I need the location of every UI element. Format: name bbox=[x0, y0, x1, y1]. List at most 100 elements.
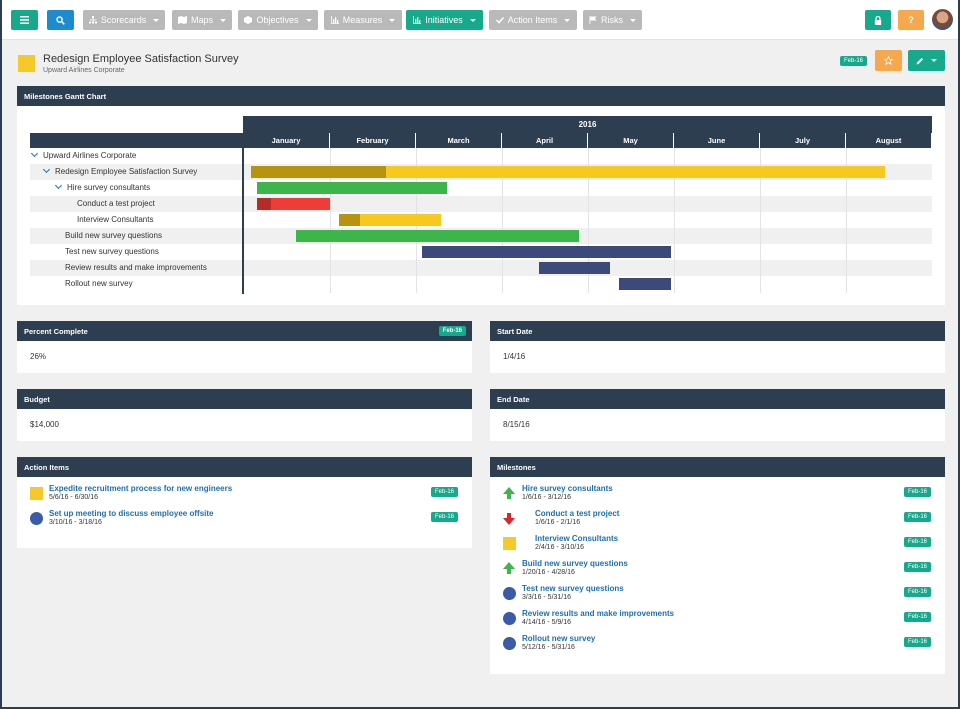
gantt-row-label-text: Upward Airlines Corporate bbox=[43, 151, 137, 160]
lock-button[interactable] bbox=[865, 10, 891, 30]
gantt-bar-progress bbox=[338, 214, 360, 226]
item-title-link[interactable]: Conduct a test project bbox=[535, 509, 619, 518]
gantt-row-label[interactable]: Rollout new survey bbox=[65, 279, 133, 288]
period-badge[interactable]: Feb-16 bbox=[438, 326, 466, 336]
gantt-row-label[interactable]: Upward Airlines Corporate bbox=[30, 149, 137, 160]
gantt-row-label[interactable]: Redesign Employee Satisfaction Survey bbox=[42, 165, 198, 176]
nav-action-items-label: Action Items bbox=[507, 15, 558, 25]
period-badge[interactable]: Feb-16 bbox=[904, 487, 932, 497]
blue-circle-icon bbox=[503, 637, 516, 650]
item-title-link[interactable]: Build new survey questions bbox=[522, 559, 628, 568]
nav-objectives[interactable]: Objectives bbox=[238, 10, 318, 30]
item-title-link[interactable]: Expedite recruitment process for new eng… bbox=[49, 484, 232, 493]
nav-initiatives[interactable]: Initiatives bbox=[406, 10, 483, 30]
yellow-square-icon bbox=[503, 537, 516, 550]
nav-scorecards[interactable]: Scorecards bbox=[83, 10, 165, 30]
percent-complete-panel: Percent Complete Feb-16 26% bbox=[17, 321, 472, 373]
budget-label: Budget bbox=[24, 394, 50, 404]
gantt-row-label-text: Redesign Employee Satisfaction Survey bbox=[55, 167, 198, 176]
nav-measures[interactable]: Measures bbox=[324, 10, 402, 30]
nav-risks[interactable]: Risks bbox=[583, 10, 642, 30]
period-badge[interactable]: Feb-16 bbox=[904, 587, 932, 597]
edit-button[interactable] bbox=[908, 50, 945, 71]
user-avatar[interactable] bbox=[932, 9, 953, 30]
star-icon bbox=[884, 56, 893, 65]
gantt-row-label[interactable]: Review results and make improvements bbox=[65, 263, 207, 272]
action-items-label: Action Items bbox=[24, 462, 70, 472]
period-badge[interactable]: Feb-16 bbox=[904, 512, 932, 522]
gantt-row-label[interactable]: Build new survey questions bbox=[65, 231, 162, 240]
period-badge[interactable]: Feb-16 bbox=[904, 562, 932, 572]
app-frame: Scorecards Maps Objectives Measures Init… bbox=[0, 0, 960, 709]
milestones-header: Milestones bbox=[490, 457, 945, 477]
gantt-bar[interactable] bbox=[257, 182, 447, 194]
action-items-panel: Action Items Expedite recruitment proces… bbox=[17, 457, 472, 548]
period-badge[interactable]: Feb-16 bbox=[431, 487, 459, 497]
help-button[interactable]: ? bbox=[898, 10, 924, 30]
milestones-panel: Milestones Hire survey consultants 1/6/16… bbox=[490, 457, 945, 674]
chevron-down-icon bbox=[153, 18, 160, 22]
hamburger-icon bbox=[20, 16, 29, 24]
menu-button[interactable] bbox=[11, 10, 38, 30]
gantt-month-header: January bbox=[243, 133, 330, 148]
percent-complete-header: Percent Complete Feb-16 bbox=[17, 321, 472, 341]
item-date-range: 3/3/16 - 5/31/16 bbox=[522, 594, 572, 601]
search-icon bbox=[56, 15, 65, 25]
start-date-panel: Start Date 1/4/16 bbox=[490, 321, 945, 373]
end-date-header: End Date bbox=[490, 389, 945, 409]
period-badge[interactable]: Feb-16 bbox=[904, 637, 932, 647]
start-date-header: Start Date bbox=[490, 321, 945, 341]
gantt-row-label[interactable]: Conduct a test project bbox=[77, 199, 155, 208]
search-button[interactable] bbox=[47, 10, 74, 30]
chevron-down-icon[interactable] bbox=[54, 181, 63, 190]
page-subtitle: Upward Airlines Corporate bbox=[43, 67, 125, 74]
chevron-down-icon[interactable] bbox=[30, 149, 39, 158]
item-title-link[interactable]: Test new survey questions bbox=[522, 584, 624, 593]
item-date-range: 2/4/16 - 3/10/16 bbox=[535, 544, 585, 551]
status-square-icon bbox=[18, 55, 35, 72]
gantt-month-header: April bbox=[502, 133, 588, 148]
gantt-bar[interactable] bbox=[539, 262, 611, 274]
gantt-month-header: March bbox=[416, 133, 502, 148]
period-badge[interactable]: Feb-16 bbox=[840, 56, 868, 66]
yellow-square-icon bbox=[30, 487, 43, 500]
gantt-row-label[interactable]: Test new survey questions bbox=[65, 247, 159, 256]
item-title-link[interactable]: Interview Consultants bbox=[535, 534, 618, 543]
period-badge[interactable]: Feb-16 bbox=[904, 537, 932, 547]
chevron-down-icon[interactable] bbox=[42, 165, 51, 174]
start-date-value: 1/4/16 bbox=[503, 352, 526, 361]
flag-icon bbox=[589, 16, 597, 24]
red-down-arrow-icon bbox=[503, 513, 515, 525]
gantt-row-label[interactable]: Interview Consultants bbox=[77, 215, 153, 224]
gantt-bar[interactable] bbox=[296, 230, 580, 242]
item-title-link[interactable]: Rollout new survey bbox=[522, 634, 595, 643]
end-date-label: End Date bbox=[497, 394, 530, 404]
item-date-range: 1/20/16 - 4/28/16 bbox=[522, 569, 575, 576]
milestones-label: Milestones bbox=[497, 462, 536, 472]
gantt-year-header: 2016 bbox=[243, 116, 932, 133]
nav-maps[interactable]: Maps bbox=[172, 10, 232, 30]
budget-value: $14,000 bbox=[30, 420, 59, 429]
period-badge[interactable]: Feb-16 bbox=[431, 512, 459, 522]
gantt-bar[interactable] bbox=[618, 278, 672, 290]
blue-circle-icon bbox=[503, 587, 516, 600]
action-items-header: Action Items bbox=[17, 457, 472, 477]
gantt-row-label[interactable]: Hire survey consultants bbox=[54, 181, 150, 192]
map-icon bbox=[177, 16, 187, 24]
item-date-range: 1/6/16 - 3/12/16 bbox=[522, 494, 572, 501]
period-badge[interactable]: Feb-16 bbox=[904, 612, 932, 622]
item-title-link[interactable]: Review results and make improvements bbox=[522, 609, 674, 618]
gantt-divider bbox=[242, 133, 244, 294]
gantt-month-header: August bbox=[846, 133, 932, 148]
gantt-row-stripe bbox=[30, 196, 932, 212]
chevron-down-icon bbox=[469, 18, 476, 22]
gantt-bar[interactable] bbox=[421, 246, 672, 258]
favorite-button[interactable] bbox=[875, 50, 902, 71]
gantt-row-label-text: Rollout new survey bbox=[65, 279, 133, 288]
gantt-label-header bbox=[30, 133, 243, 148]
item-title-link[interactable]: Hire survey consultants bbox=[522, 484, 613, 493]
item-date-range: 3/10/16 - 3/18/16 bbox=[49, 519, 102, 526]
nav-action-items[interactable]: Action Items bbox=[489, 10, 577, 30]
item-title-link[interactable]: Set up meeting to discuss employee offsi… bbox=[49, 509, 213, 518]
green-up-arrow-icon bbox=[503, 562, 515, 574]
